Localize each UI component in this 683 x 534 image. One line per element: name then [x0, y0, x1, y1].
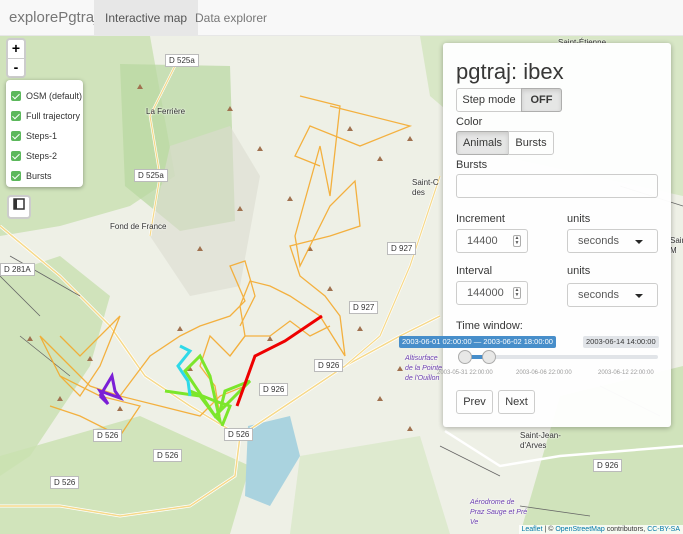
place-label: Fond de France — [110, 222, 167, 231]
place-label: Saint-M — [670, 236, 683, 255]
zoom-control: + - — [6, 38, 26, 78]
increment-units-label: units — [567, 213, 591, 225]
bursts-input[interactable] — [456, 174, 658, 198]
color-animals-button[interactable]: Animals — [456, 131, 509, 155]
layers-toggle-button[interactable] — [7, 195, 31, 219]
road-label: D 526 — [93, 429, 123, 442]
checkbox[interactable] — [11, 171, 21, 181]
bursts-label: Bursts — [456, 159, 488, 171]
road-label: D 526 — [153, 449, 183, 462]
spinner-icon[interactable]: ▲ ▼ — [513, 235, 521, 247]
checkbox[interactable] — [11, 131, 21, 141]
layer-control: OSM (default) Full trajectory Steps-1 St… — [6, 80, 83, 187]
tab-interactive-map[interactable]: Interactive map — [94, 0, 199, 36]
time-window-start-handle[interactable] — [458, 350, 472, 364]
time-window-label: Time window: — [456, 320, 523, 332]
caret-down-icon — [635, 240, 643, 244]
road-label: D 926 — [593, 459, 623, 472]
road-label: D 926 — [314, 359, 344, 372]
road-label: D 281A — [0, 263, 35, 276]
interval-input[interactable]: 144000 ▲ ▼ — [456, 281, 528, 305]
slider-tick: 2003-05-31 22:00:00 — [437, 370, 493, 376]
place-label: Aérodrome de Praz Sauge et Pré Ve — [470, 499, 528, 526]
next-button[interactable]: Next — [498, 390, 535, 414]
panel-title: pgtraj: ibex — [456, 59, 564, 84]
road-label: D 526 — [224, 428, 254, 441]
layers-icon — [13, 198, 25, 210]
checkbox[interactable] — [11, 91, 21, 101]
checkbox[interactable] — [11, 151, 21, 161]
layer-steps-2[interactable]: Steps-2 — [11, 146, 78, 166]
checkbox[interactable] — [11, 111, 21, 121]
road-label: D 927 — [387, 242, 417, 255]
leaflet-link[interactable]: Leaflet — [522, 526, 543, 533]
time-window-max-label: 2003-06-14 14:00:00 — [583, 336, 659, 348]
color-label: Color — [456, 116, 483, 128]
step-mode-toggle[interactable]: OFF — [521, 88, 562, 112]
osm-link[interactable]: OpenStreetMap — [555, 526, 604, 533]
spinner-icon[interactable]: ▲ ▼ — [513, 287, 521, 299]
zoom-in-button[interactable]: + — [8, 40, 24, 58]
interval-label: Interval — [456, 265, 493, 277]
slider-tick: 2003-06-06 22:00:00 — [516, 370, 572, 376]
road-label: D 525a — [165, 54, 199, 67]
place-label: La Ferrière — [146, 107, 186, 116]
prev-button[interactable]: Prev — [456, 390, 493, 414]
step-mode-button[interactable]: Step mode — [456, 88, 522, 112]
control-panel: pgtraj: ibex Step mode OFF Color Animals… — [399, 43, 671, 427]
color-bursts-button[interactable]: Bursts — [508, 131, 554, 155]
road-label: D 525a — [134, 169, 168, 182]
map-attribution: Leaflet | © OpenStreetMap contributors, … — [518, 525, 683, 534]
app-brand[interactable]: explorePgtraj — [9, 9, 97, 26]
layer-full-trajectory[interactable]: Full trajectory — [11, 106, 80, 126]
time-window-range-label: 2003-06-01 02:00:00 — 2003-06-02 18:00:0… — [399, 336, 556, 348]
navbar: explorePgtraj Interactive map Data explo… — [0, 0, 683, 36]
layer-bursts[interactable]: Bursts — [11, 166, 78, 186]
road-label: D 927 — [349, 301, 379, 314]
tab-data-explorer[interactable]: Data explorer — [184, 0, 278, 36]
place-label: Saint-C des — [412, 178, 439, 197]
layer-osm[interactable]: OSM (default) — [11, 86, 82, 106]
increment-input[interactable]: 14400 ▲ ▼ — [456, 229, 528, 253]
slider-tick: 2003-06-12 22:00:00 — [598, 370, 654, 376]
road-label: D 526 — [50, 476, 80, 489]
caret-down-icon — [635, 294, 643, 298]
place-label: Altisurface de la Pointe de l'Ouillon — [405, 355, 442, 382]
interval-units-select[interactable]: seconds — [567, 283, 658, 307]
interval-units-label: units — [567, 265, 591, 277]
zoom-out-button[interactable]: - — [8, 58, 24, 76]
place-label: Saint-Jean-d'Arves — [520, 431, 561, 450]
increment-label: Increment — [456, 213, 505, 225]
time-window-end-handle[interactable] — [481, 350, 496, 364]
increment-units-select[interactable]: seconds — [567, 229, 658, 253]
layer-steps-1[interactable]: Steps-1 — [11, 126, 78, 146]
license-link[interactable]: CC-BY-SA — [647, 526, 680, 533]
road-label: D 926 — [259, 383, 289, 396]
